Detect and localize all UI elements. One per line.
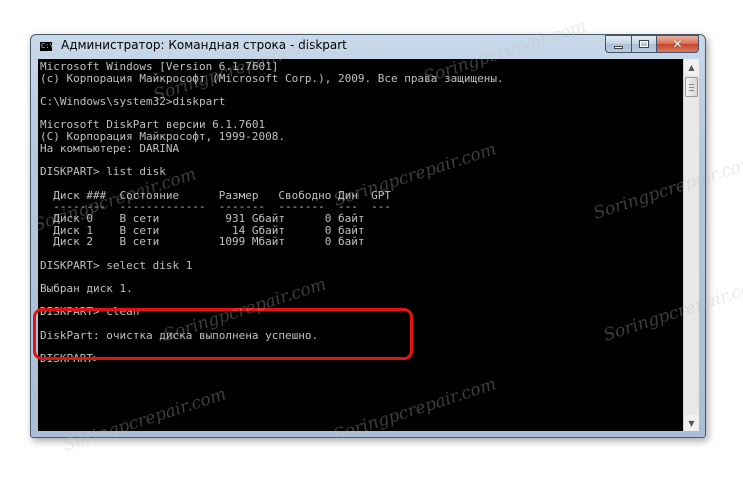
console-app-icon: C:\ (39, 41, 54, 52)
scroll-up-button[interactable]: ▲ (684, 59, 699, 75)
close-icon: ✕ (672, 37, 683, 51)
console-line: DISKPART> list disk (40, 165, 166, 179)
console-line: (c) Корпорация Майкрософт (Microsoft Cor… (40, 71, 504, 85)
maximize-icon (639, 40, 649, 48)
console-output[interactable]: Microsoft Windows [Version 6.1.7601] (c) … (38, 59, 683, 431)
console-line: Диск 2 В сети 1099 Мбайт 0 байт (40, 235, 365, 249)
console-line: DISKPART> select disk 1 (40, 258, 193, 272)
console-line: Microsoft Windows [Version 6.1.7601] (40, 60, 279, 73)
close-button[interactable]: ✕ (656, 35, 699, 53)
window-title: Администратор: Командная строка - diskpa… (61, 38, 347, 52)
minimize-icon (614, 45, 623, 49)
minimize-button[interactable] (605, 35, 631, 53)
caption-buttons: ✕ (605, 35, 699, 53)
console-line: На компьютере: DARINA (40, 141, 180, 155)
maximize-button[interactable] (631, 35, 656, 53)
console-line: Выбран диск 1. (40, 282, 133, 296)
scroll-thumb[interactable] (685, 77, 698, 97)
grip-line (689, 87, 694, 88)
command-prompt-window: C:\ Администратор: Командная строка - di… (30, 34, 706, 438)
scroll-down-button[interactable]: ▼ (684, 415, 699, 431)
grip-line (689, 84, 694, 85)
console-line: Диск 0 В сети 931 Gбайт 0 байт (40, 211, 365, 225)
console-line: C:\Windows\system32>diskpart (40, 95, 226, 109)
vertical-scrollbar[interactable]: ▲ ▼ (683, 59, 699, 431)
highlight-box (33, 308, 413, 360)
grip-line (689, 90, 694, 91)
arrow-down-icon: ▼ (688, 418, 695, 428)
title-bar[interactable]: C:\ Администратор: Командная строка - di… (31, 35, 705, 59)
arrow-up-icon: ▲ (688, 62, 695, 72)
